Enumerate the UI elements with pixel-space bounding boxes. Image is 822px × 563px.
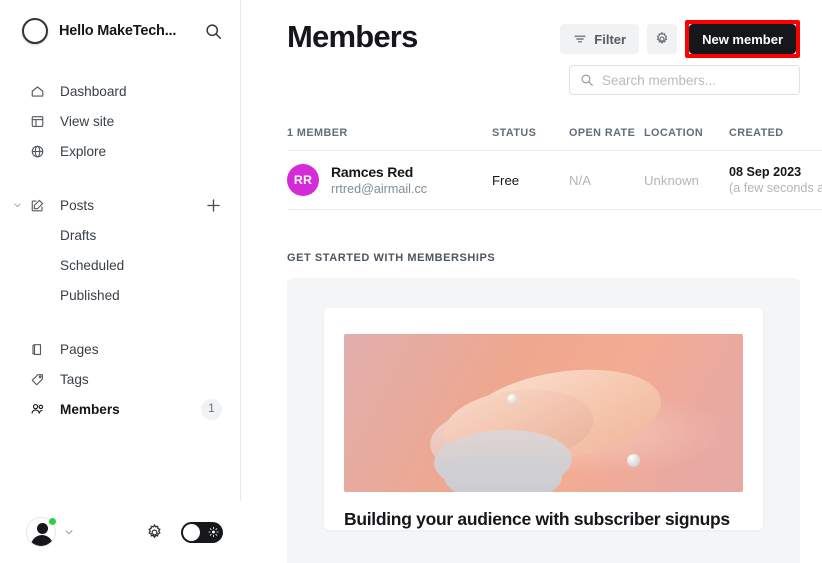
page-title: Members xyxy=(287,20,418,54)
tag-icon xyxy=(30,372,50,387)
sidebar-item-drafts[interactable]: Drafts xyxy=(0,220,240,250)
home-icon xyxy=(30,84,50,99)
nav-spacer xyxy=(0,166,240,190)
member-location: Unknown xyxy=(644,173,729,188)
member-email: rrtred@airmail.cc xyxy=(331,182,427,196)
filter-label: Filter xyxy=(594,32,626,47)
theme-toggle[interactable] xyxy=(181,522,223,543)
site-title: Hello MakeTech... xyxy=(59,23,176,39)
members-settings-button[interactable] xyxy=(647,24,677,54)
sidebar-item-label: Dashboard xyxy=(60,84,127,99)
sidebar-item-label: View site xyxy=(60,114,114,129)
table-header-row: 1 MEMBER STATUS OPEN RATE LOCATION CREAT… xyxy=(287,127,822,151)
sidebar-item-label: Explore xyxy=(60,144,106,159)
member-name: Ramces Red xyxy=(331,164,427,180)
sidebar-item-dashboard[interactable]: Dashboard xyxy=(0,76,240,106)
column-header-created: CREATED xyxy=(729,127,822,139)
sidebar-item-posts[interactable]: Posts xyxy=(0,190,240,220)
search-input[interactable] xyxy=(602,73,789,88)
layout-icon xyxy=(30,114,50,129)
sidebar-header: Hello MakeTech... xyxy=(0,0,240,62)
sidebar-item-label: Scheduled xyxy=(60,258,124,273)
get-started-card[interactable]: Building your audience with subscriber s… xyxy=(324,308,763,530)
chevron-down-icon[interactable] xyxy=(12,200,23,211)
member-created: 08 Sep 2023 (a few seconds ago) xyxy=(729,165,822,195)
get-started-card-title: Building your audience with subscriber s… xyxy=(344,509,743,530)
member-cell: RR Ramces Red rrtred@airmail.cc xyxy=(287,164,492,196)
gear-icon xyxy=(654,31,670,47)
member-created-date: 08 Sep 2023 xyxy=(729,165,822,179)
members-icon xyxy=(30,401,50,417)
members-table: 1 MEMBER STATUS OPEN RATE LOCATION CREAT… xyxy=(287,127,822,210)
member-created-relative: (a few seconds ago) xyxy=(729,181,822,195)
page-header: Members Filter xyxy=(287,0,822,58)
new-member-highlight: New member xyxy=(685,20,800,58)
app-root: Hello MakeTech... Dashboard xyxy=(0,0,822,563)
search-members-box[interactable] xyxy=(569,65,800,95)
new-member-button[interactable]: New member xyxy=(689,24,796,54)
get-started-panel: Building your audience with subscriber s… xyxy=(287,278,800,563)
column-header-open-rate: OPEN RATE xyxy=(569,127,644,139)
table-row[interactable]: RR Ramces Red rrtred@airmail.cc Free N/A… xyxy=(287,151,822,210)
avatar[interactable] xyxy=(26,517,56,547)
online-status-dot xyxy=(48,517,57,526)
globe-icon xyxy=(30,144,50,159)
sidebar-footer xyxy=(0,501,241,563)
filter-button[interactable]: Filter xyxy=(560,24,639,54)
member-status: Free xyxy=(492,173,569,188)
sidebar-item-published[interactable]: Published xyxy=(0,280,240,310)
search-icon xyxy=(580,73,594,87)
toggle-knob xyxy=(183,524,200,541)
header-actions: Filter New member xyxy=(560,20,822,58)
site-logo-ring-icon xyxy=(22,18,48,44)
column-header-status: STATUS xyxy=(492,127,569,139)
sidebar: Hello MakeTech... Dashboard xyxy=(0,0,241,563)
sphere-shape xyxy=(627,454,640,467)
sidebar-item-label: Pages xyxy=(60,342,99,357)
member-identity: Ramces Red rrtred@airmail.cc xyxy=(331,164,427,196)
sidebar-item-label: Drafts xyxy=(60,228,96,243)
sidebar-item-label: Posts xyxy=(60,198,94,213)
sidebar-item-label: Published xyxy=(60,288,120,303)
sphere-shape xyxy=(507,394,518,405)
main-content: Members Filter xyxy=(241,0,822,563)
search-row xyxy=(287,65,822,95)
nav-spacer xyxy=(0,310,240,334)
pages-icon xyxy=(30,342,50,357)
chevron-down-icon[interactable] xyxy=(63,526,75,538)
members-count-badge: 1 xyxy=(201,399,222,420)
column-header-location: LOCATION xyxy=(644,127,729,139)
pencil-square-icon xyxy=(30,198,50,213)
member-open-rate: N/A xyxy=(569,173,644,188)
get-started-label: GET STARTED WITH MEMBERSHIPS xyxy=(287,252,822,264)
sidebar-item-view-site[interactable]: View site xyxy=(0,106,240,136)
sidebar-nav: Dashboard View site Explore xyxy=(0,62,240,424)
gear-icon[interactable] xyxy=(145,523,164,542)
sidebar-item-members[interactable]: Members 1 xyxy=(0,394,240,424)
column-header-member: 1 MEMBER xyxy=(287,127,492,139)
sidebar-item-scheduled[interactable]: Scheduled xyxy=(0,250,240,280)
search-icon[interactable] xyxy=(205,23,222,40)
abstract-stacked-discs-peach-render xyxy=(344,334,743,492)
filter-icon xyxy=(573,32,587,46)
plus-icon[interactable] xyxy=(205,197,222,214)
member-avatar: RR xyxy=(287,164,319,196)
sidebar-item-explore[interactable]: Explore xyxy=(0,136,240,166)
sidebar-item-label: Members xyxy=(60,402,120,417)
sidebar-item-pages[interactable]: Pages xyxy=(0,334,240,364)
sun-icon xyxy=(208,527,219,538)
sidebar-item-tags[interactable]: Tags xyxy=(0,364,240,394)
sidebar-item-label: Tags xyxy=(60,372,89,387)
